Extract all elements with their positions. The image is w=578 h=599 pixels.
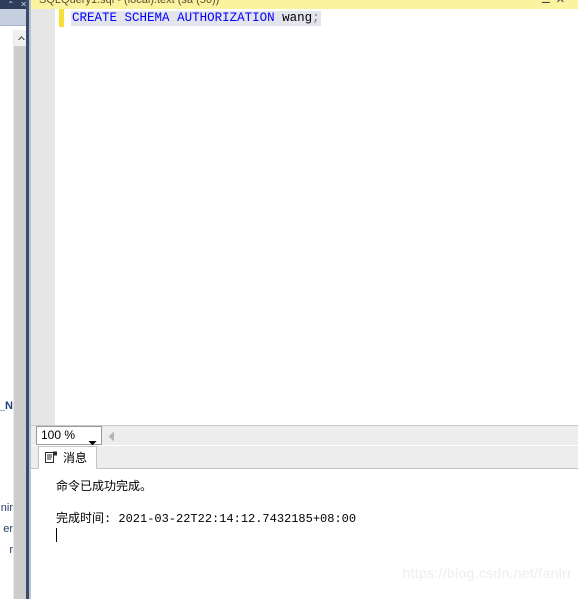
- messages-output[interactable]: 命令已成功完成。 完成时间: 2021-03-22T22:14:12.74321…: [31, 469, 578, 599]
- tab-buttons: ⚊✕: [541, 0, 570, 9]
- pin-tab-button[interactable]: ⚊: [541, 0, 556, 6]
- sql-keyword-schema: SCHEMA: [124, 11, 170, 25]
- zoom-level-dropdown[interactable]: 100 %: [36, 426, 102, 446]
- zoom-level-value: 100 %: [41, 428, 76, 442]
- code-line-1[interactable]: CREATE SCHEMA AUTHORIZATION wang;: [71, 11, 321, 26]
- text-caret: [56, 528, 57, 542]
- document-tabstrip: SQLQuery1.sql - (local).text (sa (56)) ⚊…: [31, 0, 578, 9]
- results-tabstrip: 消息: [31, 446, 578, 469]
- tab-messages-label: 消息: [63, 451, 88, 465]
- results-pane: 消息 命令已成功完成。 完成时间: 2021-03-22T22:14:12.74…: [31, 446, 578, 599]
- tree-text-fragment: r: [9, 544, 13, 556]
- sql-identifier-owner: wang: [282, 11, 313, 25]
- messages-panel-icon: [45, 451, 58, 464]
- editor-region: SQLQuery1.sql - (local).text (sa (56)) ⚊…: [31, 0, 578, 599]
- unsaved-change-marker: [59, 9, 64, 27]
- tree-text-fragment: er: [3, 523, 13, 535]
- horizontal-scroll-left-button[interactable]: [105, 430, 117, 442]
- triangle-left-icon: [108, 431, 114, 441]
- close-tab-button[interactable]: ✕: [556, 0, 570, 6]
- panel-toolbar: [0, 9, 26, 26]
- editor-zoom-bar: 100 %: [31, 425, 578, 446]
- message-line: 完成时间: 2021-03-22T22:14:12.7432185+08:00: [56, 512, 357, 526]
- tree-text-fragment: N_: [0, 400, 13, 412]
- message-line: 命令已成功完成。: [56, 480, 153, 494]
- tab-messages[interactable]: 消息: [38, 446, 98, 469]
- sql-keyword-create: CREATE: [72, 11, 118, 25]
- editor-gutter: [31, 9, 56, 425]
- sql-statement-terminator: ;: [312, 11, 320, 25]
- sql-keyword-authorization: AUTHORIZATION: [177, 11, 275, 25]
- tab-title: SQLQuery1.sql - (local).text (sa (56)): [39, 0, 220, 6]
- chevron-up-icon: [18, 35, 25, 40]
- tree-text-fragment: nir: [0, 502, 13, 514]
- sql-code-editor[interactable]: CREATE SCHEMA AUTHORIZATION wang;: [31, 9, 578, 425]
- tab-sqlquery1[interactable]: SQLQuery1.sql - (local).text (sa (56)): [31, 0, 226, 9]
